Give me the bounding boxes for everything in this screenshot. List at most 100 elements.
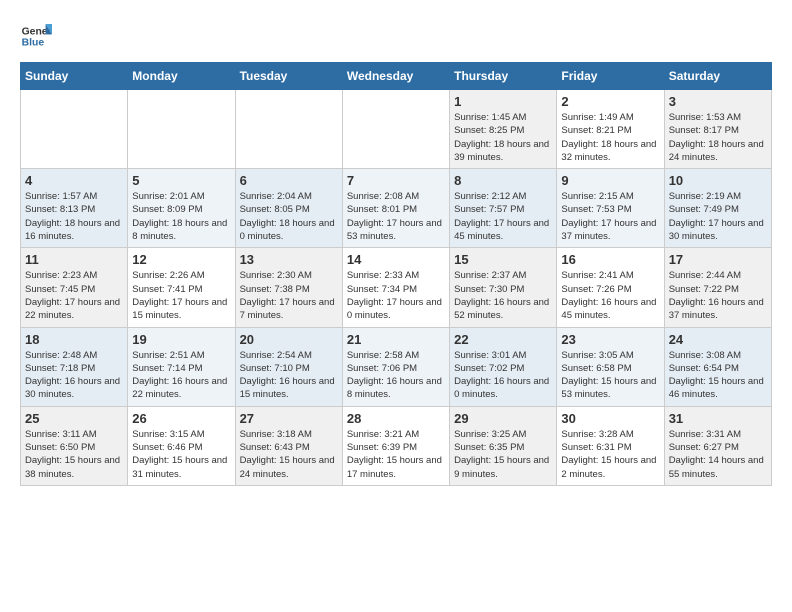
day-info: Sunrise: 2:04 AMSunset: 8:05 PMDaylight:… bbox=[240, 190, 338, 243]
day-info: Sunrise: 3:31 AMSunset: 6:27 PMDaylight:… bbox=[669, 428, 767, 481]
day-info: Sunrise: 3:25 AMSunset: 6:35 PMDaylight:… bbox=[454, 428, 552, 481]
day-number: 24 bbox=[669, 332, 767, 347]
day-cell: 4 Sunrise: 1:57 AMSunset: 8:13 PMDaylight… bbox=[21, 169, 128, 248]
day-cell: 7Sunrise: 2:08 AMSunset: 8:01 PMDaylight… bbox=[342, 169, 449, 248]
day-cell: 17 Sunrise: 2:44 AMSunset: 7:22 PMDayligh… bbox=[664, 248, 771, 327]
day-info: Sunrise: 2:33 AMSunset: 7:34 PMDaylight:… bbox=[347, 269, 445, 322]
day-number: 14 bbox=[347, 252, 445, 267]
week-row-5: 25 Sunrise: 3:11 AMSunset: 6:50 PMDayligh… bbox=[21, 406, 772, 485]
weekday-header-row: SundayMondayTuesdayWednesdayThursdayFrid… bbox=[21, 63, 772, 90]
day-info: Sunrise: 2:58 AMSunset: 7:06 PMDaylight:… bbox=[347, 349, 445, 402]
day-info: Sunrise: 3:11 AMSunset: 6:50 PMDaylight:… bbox=[25, 428, 123, 481]
day-info: Sunrise: 3:28 AMSunset: 6:31 PMDaylight:… bbox=[561, 428, 659, 481]
day-number: 21 bbox=[347, 332, 445, 347]
day-number: 28 bbox=[347, 411, 445, 426]
day-number: 10 bbox=[669, 173, 767, 188]
day-number: 31 bbox=[669, 411, 767, 426]
day-cell bbox=[342, 90, 449, 169]
day-info: Sunrise: 2:15 AMSunset: 7:53 PMDaylight:… bbox=[561, 190, 659, 243]
weekday-header-saturday: Saturday bbox=[664, 63, 771, 90]
day-info: Sunrise: 2:12 AMSunset: 7:57 PMDaylight:… bbox=[454, 190, 552, 243]
day-cell: 10 Sunrise: 2:19 AMSunset: 7:49 PMDayligh… bbox=[664, 169, 771, 248]
day-number: 18 bbox=[25, 332, 123, 347]
day-info: Sunrise: 2:26 AMSunset: 7:41 PMDaylight:… bbox=[132, 269, 230, 322]
day-number: 22 bbox=[454, 332, 552, 347]
logo-icon: General Blue bbox=[20, 20, 52, 52]
day-cell: 9 Sunrise: 2:15 AMSunset: 7:53 PMDaylight… bbox=[557, 169, 664, 248]
day-info: Sunrise: 2:44 AMSunset: 7:22 PMDaylight:… bbox=[669, 269, 767, 322]
day-info: Sunrise: 1:57 AMSunset: 8:13 PMDaylight:… bbox=[25, 190, 123, 243]
day-cell: 2 Sunrise: 1:49 AMSunset: 8:21 PMDaylight… bbox=[557, 90, 664, 169]
week-row-1: 1 Sunrise: 1:45 AMSunset: 8:25 PMDaylight… bbox=[21, 90, 772, 169]
day-info: Sunrise: 3:21 AMSunset: 6:39 PMDaylight:… bbox=[347, 428, 445, 481]
day-info: Sunrise: 2:41 AMSunset: 7:26 PMDaylight:… bbox=[561, 269, 659, 322]
weekday-header-tuesday: Tuesday bbox=[235, 63, 342, 90]
day-cell: 23 Sunrise: 3:05 AMSunset: 6:58 PMDayligh… bbox=[557, 327, 664, 406]
day-number: 11 bbox=[25, 252, 123, 267]
day-info: Sunrise: 1:45 AMSunset: 8:25 PMDaylight:… bbox=[454, 111, 552, 164]
day-cell: 14 Sunrise: 2:33 AMSunset: 7:34 PMDayligh… bbox=[342, 248, 449, 327]
day-info: Sunrise: 2:51 AMSunset: 7:14 PMDaylight:… bbox=[132, 349, 230, 402]
day-info: Sunrise: 2:48 AMSunset: 7:18 PMDaylight:… bbox=[25, 349, 123, 402]
day-cell: 19 Sunrise: 2:51 AMSunset: 7:14 PMDayligh… bbox=[128, 327, 235, 406]
logo: General Blue bbox=[20, 20, 52, 52]
day-number: 26 bbox=[132, 411, 230, 426]
day-number: 6 bbox=[240, 173, 338, 188]
day-cell: 27Sunrise: 3:18 AMSunset: 6:43 PMDayligh… bbox=[235, 406, 342, 485]
day-number: 2 bbox=[561, 94, 659, 109]
day-number: 8 bbox=[454, 173, 552, 188]
day-cell: 5Sunrise: 2:01 AMSunset: 8:09 PMDaylight… bbox=[128, 169, 235, 248]
day-cell: 20 Sunrise: 2:54 AMSunset: 7:10 PMDayligh… bbox=[235, 327, 342, 406]
day-number: 16 bbox=[561, 252, 659, 267]
day-number: 12 bbox=[132, 252, 230, 267]
day-number: 17 bbox=[669, 252, 767, 267]
day-info: Sunrise: 2:54 AMSunset: 7:10 PMDaylight:… bbox=[240, 349, 338, 402]
weekday-header-friday: Friday bbox=[557, 63, 664, 90]
day-number: 4 bbox=[25, 173, 123, 188]
day-number: 29 bbox=[454, 411, 552, 426]
day-info: Sunrise: 2:23 AMSunset: 7:45 PMDaylight:… bbox=[25, 269, 123, 322]
day-cell: 3Sunrise: 1:53 AMSunset: 8:17 PMDaylight… bbox=[664, 90, 771, 169]
day-cell bbox=[128, 90, 235, 169]
weekday-header-thursday: Thursday bbox=[450, 63, 557, 90]
day-cell: 8 Sunrise: 2:12 AMSunset: 7:57 PMDaylight… bbox=[450, 169, 557, 248]
day-info: Sunrise: 2:37 AMSunset: 7:30 PMDaylight:… bbox=[454, 269, 552, 322]
day-cell: 6 Sunrise: 2:04 AMSunset: 8:05 PMDaylight… bbox=[235, 169, 342, 248]
day-info: Sunrise: 1:53 AMSunset: 8:17 PMDaylight:… bbox=[669, 111, 767, 164]
svg-text:Blue: Blue bbox=[22, 38, 45, 49]
day-number: 1 bbox=[454, 94, 552, 109]
day-number: 23 bbox=[561, 332, 659, 347]
day-cell: 26Sunrise: 3:15 AMSunset: 6:46 PMDayligh… bbox=[128, 406, 235, 485]
day-number: 25 bbox=[25, 411, 123, 426]
day-cell: 13 Sunrise: 2:30 AMSunset: 7:38 PMDayligh… bbox=[235, 248, 342, 327]
day-cell: 28 Sunrise: 3:21 AMSunset: 6:39 PMDayligh… bbox=[342, 406, 449, 485]
day-cell: 22Sunrise: 3:01 AMSunset: 7:02 PMDayligh… bbox=[450, 327, 557, 406]
day-cell: 24 Sunrise: 3:08 AMSunset: 6:54 PMDayligh… bbox=[664, 327, 771, 406]
weekday-header-monday: Monday bbox=[128, 63, 235, 90]
day-cell: 25 Sunrise: 3:11 AMSunset: 6:50 PMDayligh… bbox=[21, 406, 128, 485]
week-row-3: 11 Sunrise: 2:23 AMSunset: 7:45 PMDayligh… bbox=[21, 248, 772, 327]
day-cell: 30Sunrise: 3:28 AMSunset: 6:31 PMDayligh… bbox=[557, 406, 664, 485]
day-info: Sunrise: 3:08 AMSunset: 6:54 PMDaylight:… bbox=[669, 349, 767, 402]
day-cell: 31 Sunrise: 3:31 AMSunset: 6:27 PMDayligh… bbox=[664, 406, 771, 485]
day-info: Sunrise: 2:01 AMSunset: 8:09 PMDaylight:… bbox=[132, 190, 230, 243]
day-cell: 12 Sunrise: 2:26 AMSunset: 7:41 PMDayligh… bbox=[128, 248, 235, 327]
day-number: 27 bbox=[240, 411, 338, 426]
day-info: Sunrise: 1:49 AMSunset: 8:21 PMDaylight:… bbox=[561, 111, 659, 164]
day-cell bbox=[235, 90, 342, 169]
day-cell: 15Sunrise: 2:37 AMSunset: 7:30 PMDayligh… bbox=[450, 248, 557, 327]
week-row-2: 4 Sunrise: 1:57 AMSunset: 8:13 PMDaylight… bbox=[21, 169, 772, 248]
day-number: 13 bbox=[240, 252, 338, 267]
day-cell: 1 Sunrise: 1:45 AMSunset: 8:25 PMDaylight… bbox=[450, 90, 557, 169]
day-number: 9 bbox=[561, 173, 659, 188]
day-cell: 18 Sunrise: 2:48 AMSunset: 7:18 PMDayligh… bbox=[21, 327, 128, 406]
page-header: General Blue bbox=[20, 20, 772, 52]
day-info: Sunrise: 2:30 AMSunset: 7:38 PMDaylight:… bbox=[240, 269, 338, 322]
day-cell bbox=[21, 90, 128, 169]
day-cell: 29 Sunrise: 3:25 AMSunset: 6:35 PMDayligh… bbox=[450, 406, 557, 485]
day-number: 19 bbox=[132, 332, 230, 347]
day-info: Sunrise: 2:19 AMSunset: 7:49 PMDaylight:… bbox=[669, 190, 767, 243]
day-info: Sunrise: 3:05 AMSunset: 6:58 PMDaylight:… bbox=[561, 349, 659, 402]
day-number: 20 bbox=[240, 332, 338, 347]
weekday-header-sunday: Sunday bbox=[21, 63, 128, 90]
